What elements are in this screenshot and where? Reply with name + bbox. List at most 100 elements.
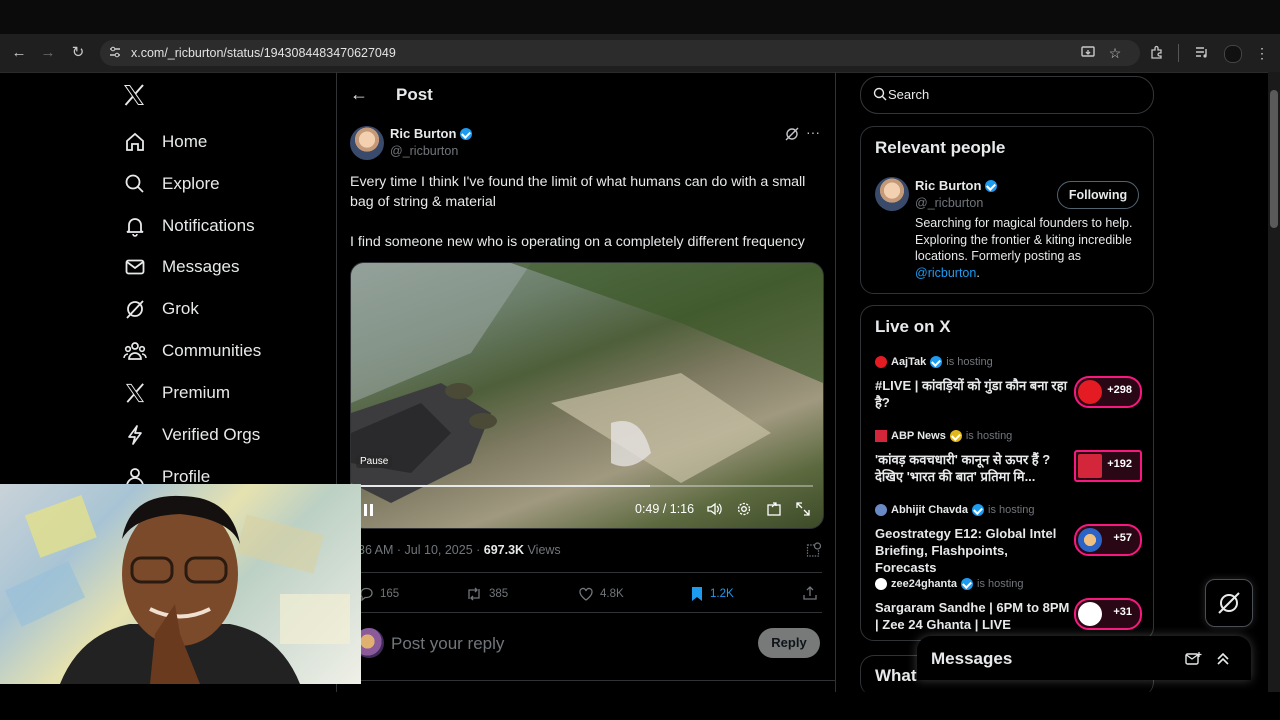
- nav-notifications[interactable]: Notifications: [123, 211, 255, 241]
- video-progress-track[interactable]: [361, 485, 813, 487]
- live-host-line[interactable]: Abhijit Chavda is hosting: [875, 504, 1035, 516]
- nav-verified-orgs[interactable]: Verified Orgs: [123, 420, 260, 450]
- nav-messages[interactable]: Messages: [123, 252, 239, 282]
- like-action[interactable]: 4.8K: [578, 586, 624, 602]
- live-count: +298: [1107, 384, 1132, 396]
- nav-grok[interactable]: Grok: [123, 294, 199, 324]
- webcam-overlay: [0, 484, 361, 684]
- heart-icon: [579, 587, 593, 601]
- forward-arrow-icon[interactable]: →: [39, 44, 57, 62]
- live-listeners-badge[interactable]: +31: [1074, 598, 1142, 630]
- nav-notifications-label: Notifications: [162, 216, 255, 235]
- repost-action[interactable]: 385: [465, 586, 508, 602]
- live-host-line[interactable]: AajTak is hosting: [875, 356, 993, 368]
- author-handle[interactable]: @_ricburton: [390, 144, 458, 158]
- bookmark-action[interactable]: 1.2K: [690, 586, 734, 602]
- live-listeners-badge[interactable]: +192: [1074, 450, 1142, 482]
- live-host-line[interactable]: zee24ghanta is hosting: [875, 578, 1024, 590]
- verified-badge-icon: [985, 179, 998, 192]
- live-title[interactable]: 'कांवड़ कवचधारी' कानून से ऊपर हैं ? देखि…: [875, 451, 1070, 485]
- nav-verified-orgs-label: Verified Orgs: [162, 425, 261, 444]
- grok-floating-button[interactable]: [1205, 579, 1253, 627]
- x-logo-icon[interactable]: [122, 84, 148, 108]
- verified-gold-badge-icon: [949, 430, 962, 442]
- divider: [350, 680, 836, 681]
- relevant-handle[interactable]: @_ricburton: [915, 196, 983, 210]
- live-title[interactable]: Sargaram Sandhe | 6PM to 8PM | Zee 24 Gh…: [875, 599, 1070, 633]
- nav-messages-label: Messages: [162, 257, 240, 276]
- video-player[interactable]: Pause 0:49 / 1:16: [350, 262, 824, 529]
- more-options-icon[interactable]: ···: [806, 124, 820, 140]
- live-listeners-badge[interactable]: +298: [1074, 376, 1142, 408]
- host-avatar: [875, 578, 887, 590]
- live-title[interactable]: Geostrategy E12: Global Intel Briefing, …: [875, 525, 1070, 576]
- live-avatar: [1078, 528, 1102, 552]
- nav-communities[interactable]: Communities: [123, 336, 261, 366]
- reload-icon[interactable]: ↻: [69, 44, 87, 62]
- live-count: +31: [1113, 606, 1132, 618]
- relevant-avatar[interactable]: [875, 177, 909, 211]
- pause-icon[interactable]: [363, 503, 375, 517]
- relevant-name-row[interactable]: Ric Burton: [915, 178, 1001, 193]
- bookmark-star-icon[interactable]: ☆: [1106, 44, 1124, 62]
- search-input[interactable]: Search: [888, 87, 929, 102]
- host-avatar: [875, 504, 887, 516]
- install-app-icon[interactable]: [1079, 44, 1097, 62]
- browser-menu-icon[interactable]: ⋮: [1253, 44, 1271, 62]
- settings-gear-icon[interactable]: [736, 501, 752, 517]
- relevant-name[interactable]: Ric Burton: [915, 178, 981, 193]
- extensions-icon[interactable]: [1148, 44, 1166, 62]
- browser-tab-strip: [0, 0, 1280, 34]
- relevant-bio-link[interactable]: @ricburton: [915, 266, 976, 280]
- author-avatar[interactable]: [350, 126, 384, 160]
- fullscreen-icon[interactable]: [795, 501, 811, 517]
- picture-in-picture-icon[interactable]: [766, 501, 782, 517]
- divider: [350, 612, 822, 613]
- url-text[interactable]: x.com/_ricburton/status/1943084483470627…: [131, 46, 396, 60]
- share-icon: [803, 586, 817, 600]
- views-count: 697.3K: [483, 543, 525, 557]
- scrollbar-thumb[interactable]: [1270, 90, 1278, 228]
- analytics-icon[interactable]: [806, 542, 822, 558]
- reply-button[interactable]: Reply: [758, 628, 820, 658]
- reply-input[interactable]: Post your reply: [391, 634, 504, 654]
- share-action[interactable]: [802, 585, 818, 601]
- back-arrow-icon[interactable]: ←: [350, 85, 368, 103]
- live-count: +192: [1107, 458, 1132, 470]
- grok-icon: [1218, 592, 1240, 614]
- reply-action[interactable]: 165: [358, 586, 399, 602]
- verified-badge-icon: [972, 504, 985, 516]
- pause-tooltip: Pause: [356, 455, 393, 468]
- live-title[interactable]: #LIVE | कांवड़ियों को गुंडा कौन बना रहा …: [875, 377, 1070, 411]
- back-arrow-icon[interactable]: ←: [10, 44, 28, 62]
- bell-icon: [123, 214, 147, 238]
- envelope-icon: [123, 255, 147, 279]
- host-name: zee24ghanta: [891, 578, 958, 590]
- like-count: 4.8K: [600, 588, 624, 600]
- grok-icon: [123, 297, 147, 321]
- live-avatar: [1078, 380, 1102, 404]
- volume-icon[interactable]: [706, 501, 722, 517]
- communities-icon: [123, 339, 147, 363]
- nav-premium-label: Premium: [162, 383, 231, 402]
- media-control-icon[interactable]: [1193, 44, 1211, 62]
- author-name[interactable]: Ric Burton: [390, 126, 456, 141]
- verified-badge-icon: [930, 356, 943, 368]
- author-name-row[interactable]: Ric Burton: [390, 126, 476, 141]
- expand-drawer-icon[interactable]: [1214, 650, 1232, 668]
- live-listeners-badge[interactable]: +57: [1074, 524, 1142, 556]
- nav-premium[interactable]: Premium: [123, 378, 230, 408]
- verified-badge-icon: [961, 578, 974, 590]
- video-frame: [351, 263, 823, 503]
- post-timestamp[interactable]: 36 AM · Jul 10, 2025 ·: [358, 543, 484, 557]
- nav-explore[interactable]: Explore: [123, 169, 220, 199]
- host-name: Abhijit Chavda: [891, 504, 969, 516]
- grok-analyze-icon[interactable]: [784, 126, 800, 142]
- profile-avatar[interactable]: [1224, 45, 1242, 63]
- new-message-icon[interactable]: [1184, 650, 1202, 668]
- site-info-icon[interactable]: [108, 45, 122, 59]
- live-host-line[interactable]: ABP News is hosting: [875, 430, 1012, 442]
- nav-explore-label: Explore: [162, 174, 220, 193]
- following-button[interactable]: Following: [1057, 181, 1139, 209]
- nav-home[interactable]: Home: [123, 127, 207, 157]
